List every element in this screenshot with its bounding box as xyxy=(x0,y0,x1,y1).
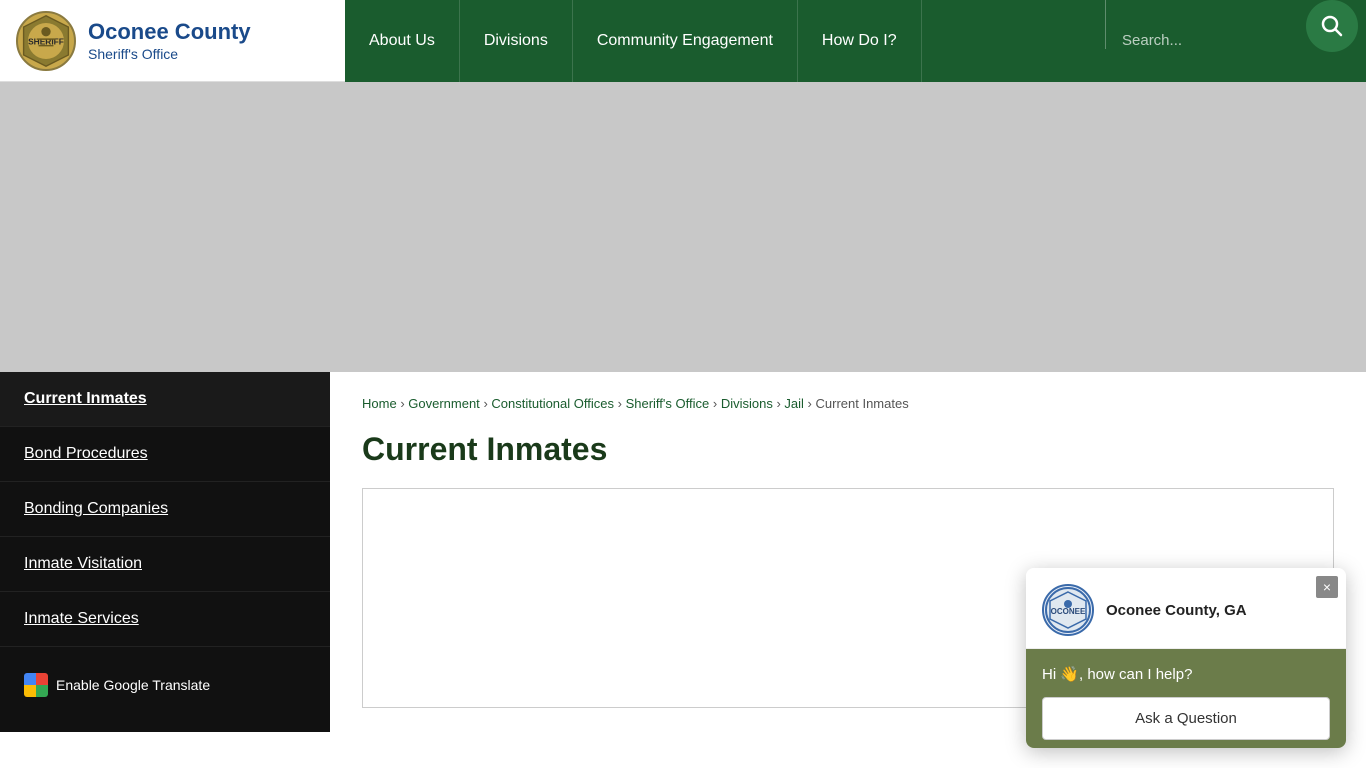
svg-text:OCONEE: OCONEE xyxy=(1051,607,1086,616)
nav-items: About Us Divisions Community Engagement … xyxy=(345,0,1105,82)
breadcrumb: Home › Government › Constitutional Offic… xyxy=(362,396,1334,411)
logo-subtitle: Sheriff's Office xyxy=(88,46,251,62)
breadcrumb-home[interactable]: Home xyxy=(362,396,397,411)
search-input[interactable] xyxy=(1122,32,1272,49)
translate-label: Enable Google Translate xyxy=(56,677,210,693)
sidebar-item-current-inmates[interactable]: Current Inmates xyxy=(0,372,330,427)
chat-greeting: Hi 👋, how can I help? xyxy=(1042,665,1330,683)
site-logo[interactable]: SHERIFF Oconee County Sheriff's Office xyxy=(0,11,345,71)
breadcrumb-sheriffs-office[interactable]: Sheriff's Office xyxy=(626,396,710,411)
main-navigation: About Us Divisions Community Engagement … xyxy=(345,0,1366,82)
sidebar-item-bond-procedures[interactable]: Bond Procedures xyxy=(0,427,330,482)
chat-body: Hi 👋, how can I help? Ask a Question xyxy=(1026,649,1346,748)
chat-org-name: Oconee County, GA xyxy=(1106,602,1247,619)
logo-badge: SHERIFF xyxy=(16,11,76,71)
chat-header: OCONEE Oconee County, GA xyxy=(1026,568,1346,649)
chat-widget: × OCONEE Oconee County, GA Hi 👋, how can… xyxy=(1026,568,1346,748)
sidebar-item-bonding-companies[interactable]: Bonding Companies xyxy=(0,482,330,537)
hero-banner xyxy=(0,82,1366,372)
page-title: Current Inmates xyxy=(362,431,1334,468)
breadcrumb-government[interactable]: Government xyxy=(408,396,480,411)
sidebar-item-inmate-visitation[interactable]: Inmate Visitation xyxy=(0,537,330,592)
chat-close-button[interactable]: × xyxy=(1316,576,1338,598)
site-header: SHERIFF Oconee County Sheriff's Office A… xyxy=(0,0,1366,82)
google-translate-icon xyxy=(24,673,48,697)
breadcrumb-current: Current Inmates xyxy=(816,396,909,411)
nav-item-how-do-i[interactable]: How Do I? xyxy=(798,0,922,82)
logo-title: Oconee County xyxy=(88,19,251,45)
breadcrumb-jail[interactable]: Jail xyxy=(784,396,804,411)
search-icon xyxy=(1321,15,1343,37)
breadcrumb-divisions[interactable]: Divisions xyxy=(721,396,773,411)
nav-item-community-engagement[interactable]: Community Engagement xyxy=(573,0,798,82)
chat-logo: OCONEE xyxy=(1042,584,1094,636)
breadcrumb-constitutional-offices[interactable]: Constitutional Offices xyxy=(491,396,614,411)
search-button[interactable] xyxy=(1306,0,1358,52)
sidebar: Current Inmates Bond Procedures Bonding … xyxy=(0,372,330,732)
google-translate-button[interactable]: Enable Google Translate xyxy=(0,657,330,713)
ask-question-button[interactable]: Ask a Question xyxy=(1042,697,1330,740)
nav-item-divisions[interactable]: Divisions xyxy=(460,0,573,82)
sidebar-item-inmate-services[interactable]: Inmate Services xyxy=(0,592,330,647)
search-area xyxy=(1106,0,1306,82)
logo-text: Oconee County Sheriff's Office xyxy=(88,19,251,61)
nav-item-about-us[interactable]: About Us xyxy=(345,0,460,82)
